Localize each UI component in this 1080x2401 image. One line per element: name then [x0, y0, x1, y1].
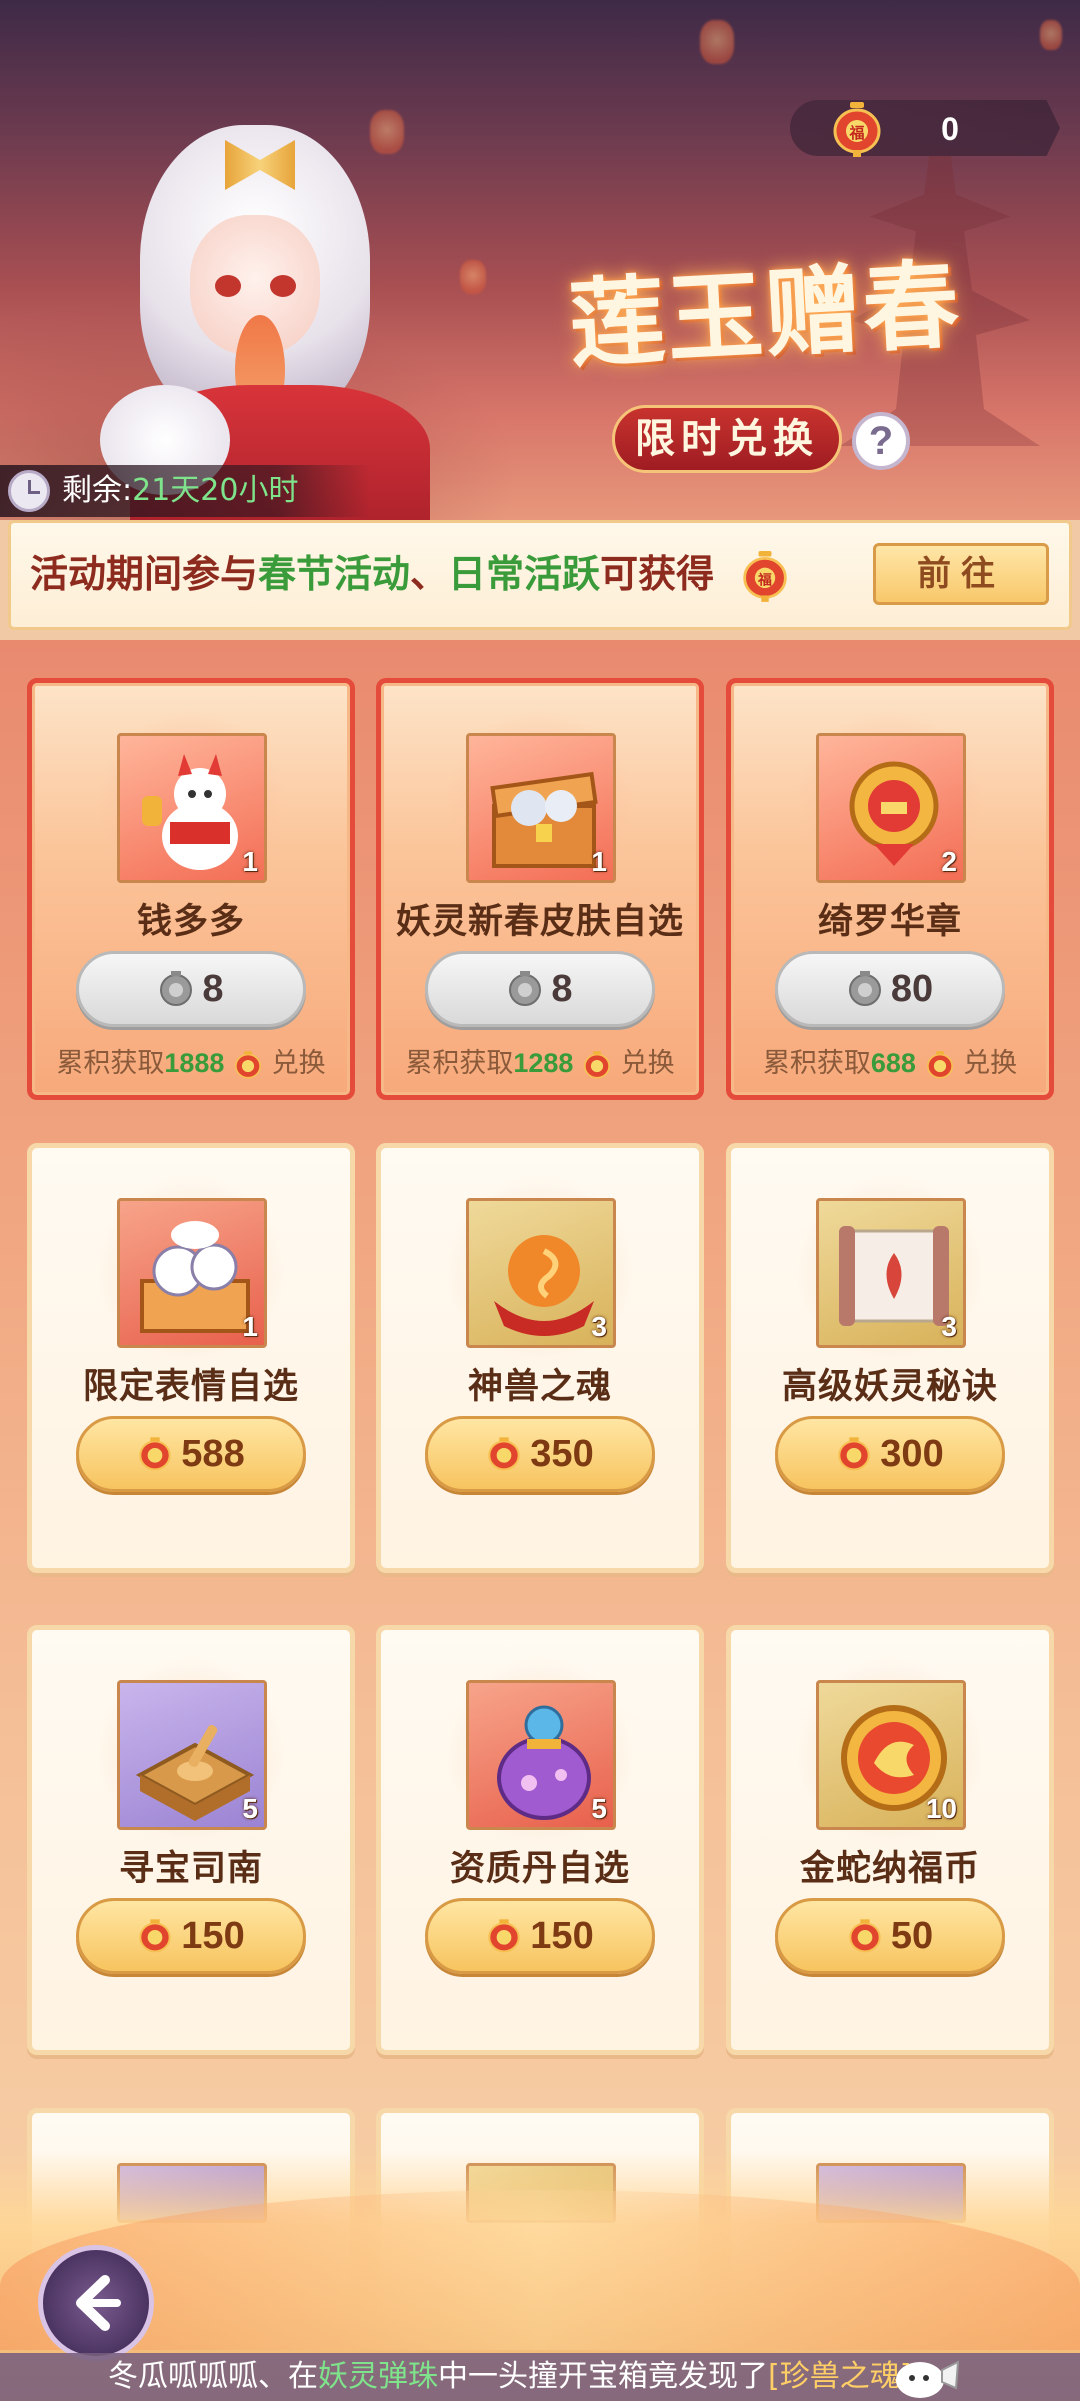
item-icon-emote-box: 1: [117, 1198, 267, 1348]
price-button[interactable]: 50: [775, 1898, 1005, 1974]
price-button[interactable]: 80: [775, 951, 1005, 1027]
item-icon-pill-bag: 5: [466, 1680, 616, 1830]
svg-text:福: 福: [757, 571, 772, 588]
price-button[interactable]: 150: [76, 1898, 306, 1974]
lantern-icon: [488, 1437, 520, 1471]
item-icon-badge: 2: [816, 733, 966, 883]
item-name: 高级妖灵秘诀: [781, 1367, 998, 1407]
item-icon-gold-coin: 10: [816, 1680, 966, 1830]
lantern-icon: 福: [743, 551, 787, 602]
character-illustration: [70, 85, 490, 520]
shop-item-card[interactable]: 1 限定表情自选 588: [27, 1143, 355, 1573]
item-name: 资质丹自选: [449, 1849, 630, 1889]
lantern-icon: [488, 1919, 520, 1953]
lantern-icon: [139, 1437, 171, 1471]
price-button[interactable]: 150: [425, 1898, 655, 1974]
item-icon-money-mascot: 1: [117, 733, 267, 883]
item-name: 神兽之魂: [467, 1367, 612, 1407]
info-text: 活动期间参与春节活动、日常活跃可获得: [30, 552, 715, 596]
lantern-icon: [139, 1919, 171, 1953]
event-title: 莲玉赠春: [566, 247, 964, 382]
clock-icon: [8, 470, 50, 512]
lantern-currency-icon: 福: [833, 102, 881, 157]
lantern-icon: [838, 1437, 870, 1471]
silver-lantern-icon: [509, 971, 542, 1006]
item-name: 绮罗华章: [817, 902, 962, 942]
currency-amount: 0: [941, 111, 959, 147]
shop-item-card[interactable]: 10 金蛇纳福币 50: [726, 1625, 1054, 2055]
go-button[interactable]: 前往: [873, 543, 1049, 605]
cumulative-requirement: 累积获取688 兑换: [762, 1048, 1018, 1079]
price-button[interactable]: 350: [425, 1416, 655, 1492]
shop-item-card[interactable]: 3 高级妖灵秘诀 300: [726, 1143, 1054, 1573]
item-icon-beast-soul: 3: [466, 1198, 616, 1348]
lantern-icon: [926, 1050, 953, 1079]
lantern-icon: [584, 1050, 610, 1079]
lantern-icon: [235, 1050, 261, 1079]
svg-text:福: 福: [848, 124, 864, 142]
silver-lantern-icon: [160, 971, 193, 1006]
item-icon-compass: 5: [117, 1680, 267, 1830]
remaining-time: 剩余:21天20小时: [62, 473, 299, 508]
shop-item-card[interactable]: 1 钱多多 8 累积获取1888 兑换: [27, 678, 355, 1100]
floating-lantern-decoration: [1040, 20, 1062, 50]
price-button[interactable]: 300: [775, 1416, 1005, 1492]
limited-exchange-label: 限时兑换: [612, 405, 842, 473]
item-name: 寻宝司南: [118, 1849, 263, 1889]
shop-item-card[interactable]: 1 妖灵新春皮肤自选 8 累积获取1288 兑换: [376, 678, 704, 1100]
item-name: 妖灵新春皮肤自选: [395, 902, 684, 942]
help-button[interactable]: ?: [852, 412, 910, 470]
item-name: 金蛇纳福币: [799, 1849, 980, 1889]
shop-item-card[interactable]: 3 神兽之魂 350: [376, 1143, 704, 1573]
back-button[interactable]: [38, 2245, 154, 2361]
silver-lantern-icon: [848, 971, 881, 1006]
shop-item-card[interactable]: 5 资质丹自选 150: [376, 1625, 704, 2055]
event-banner: 福 0 莲玉赠春 限时兑换 ? 剩余:21天20小时: [0, 0, 1080, 520]
shop-item-card[interactable]: 5 寻宝司南 150: [27, 1625, 355, 2055]
remaining-time-value: 21天20小时: [132, 473, 299, 508]
item-icon-scroll: 3: [816, 1198, 966, 1348]
mascot-icon: [896, 2360, 960, 2398]
shop-item-card[interactable]: 2 绮罗华章 80 累积获取688 兑换: [726, 678, 1054, 1100]
floating-lantern-decoration: [700, 20, 734, 64]
cumulative-requirement: 累积获取1288 兑换: [405, 1048, 675, 1079]
item-name: 钱多多: [136, 902, 245, 942]
item-name: 限定表情自选: [82, 1367, 299, 1407]
price-button[interactable]: 588: [76, 1416, 306, 1492]
cumulative-requirement: 累积获取1888 兑换: [56, 1048, 326, 1079]
lantern-icon: [849, 1919, 881, 1953]
price-button[interactable]: 8: [425, 951, 655, 1027]
arrow-left-icon: [76, 2275, 121, 2331]
price-button[interactable]: 8: [76, 951, 306, 1027]
item-icon-skin-chest: 1: [466, 733, 616, 883]
